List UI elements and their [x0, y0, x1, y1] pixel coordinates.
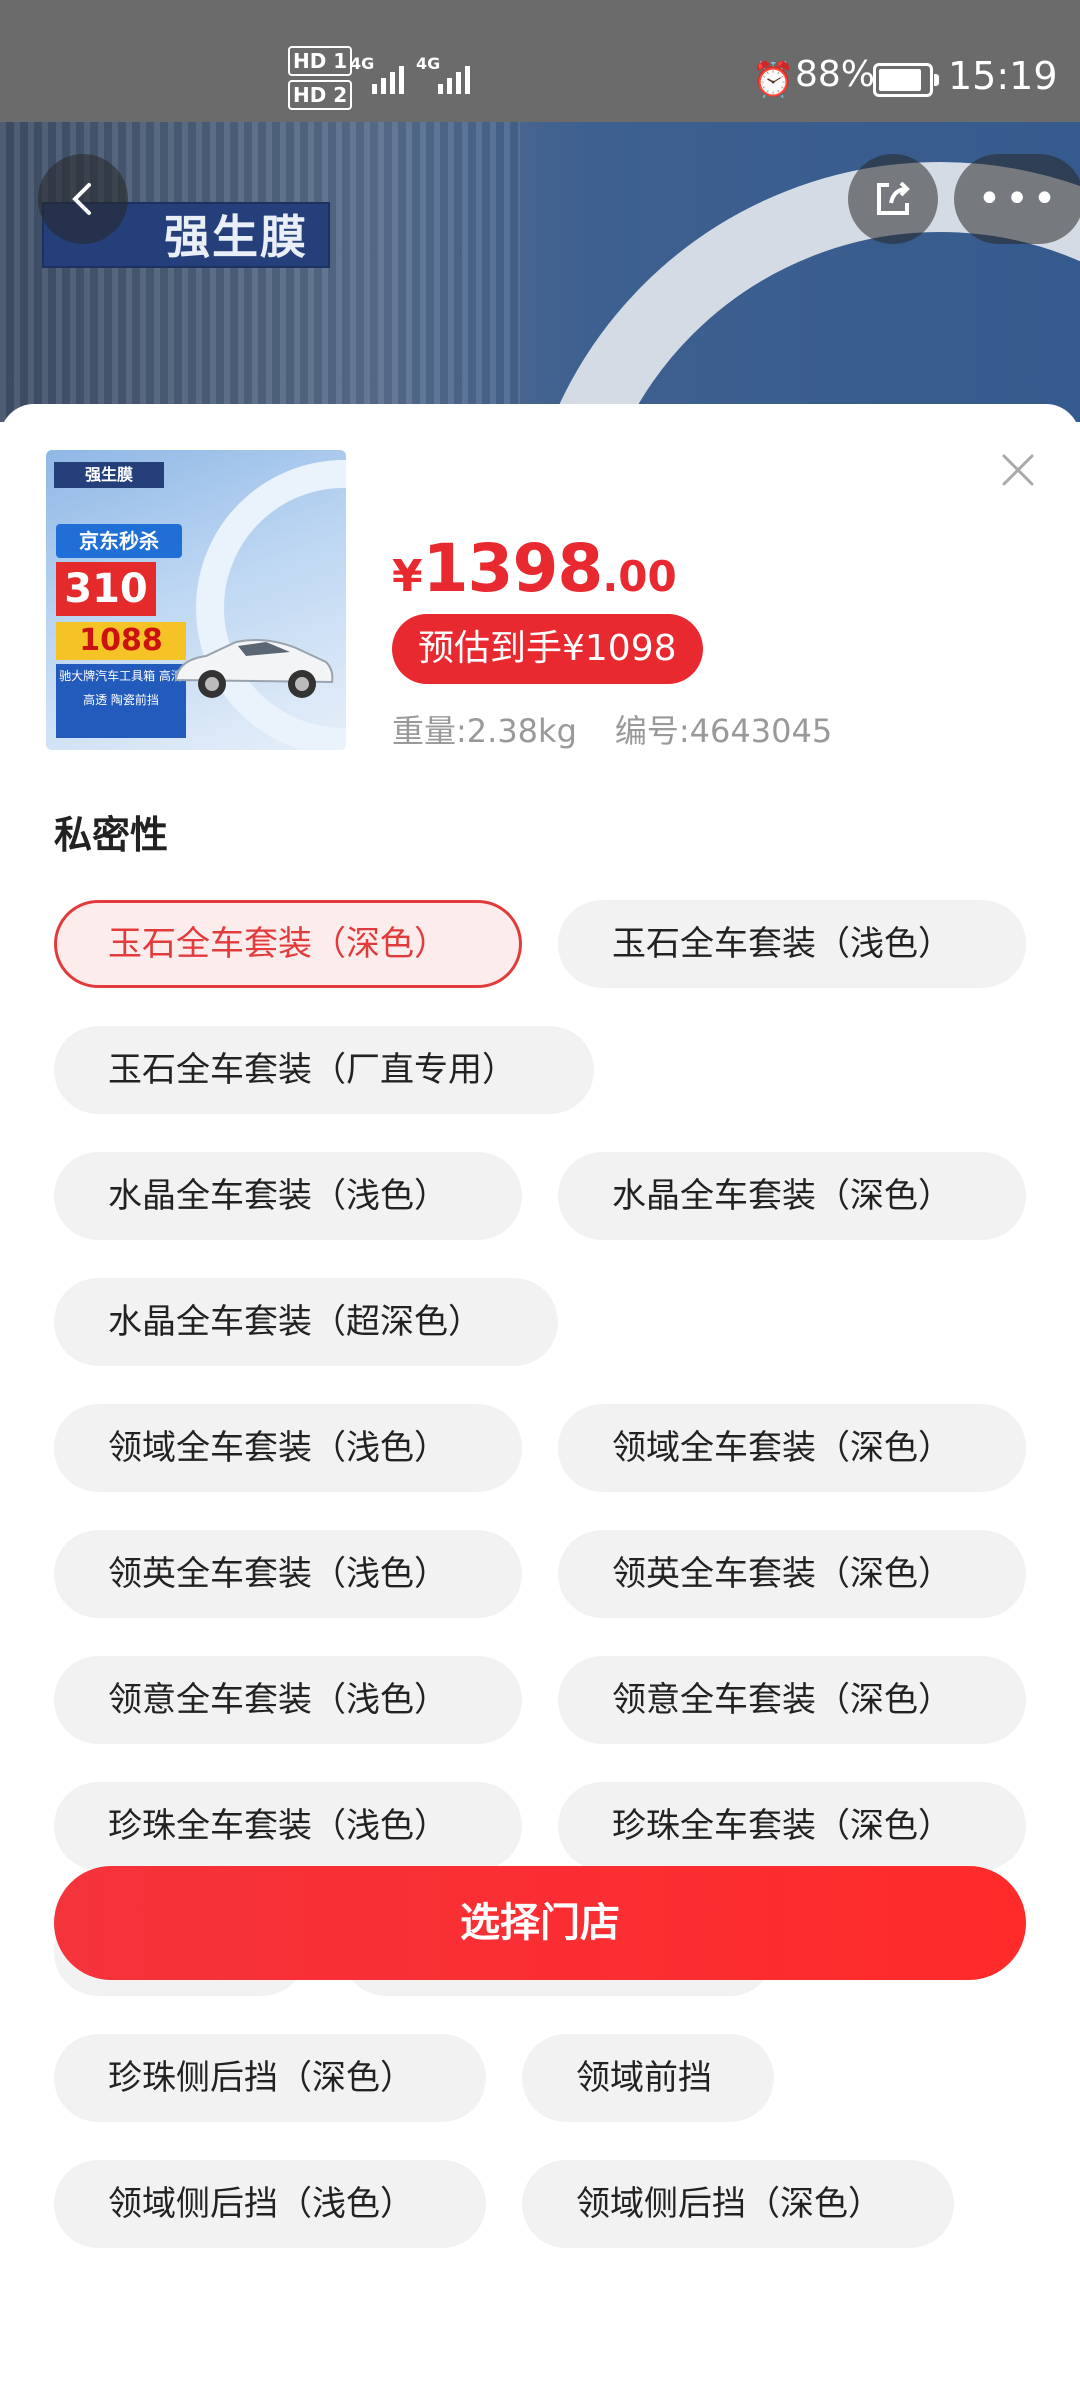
more-icon: ••• [977, 176, 1061, 222]
sku-option-chip[interactable]: 玉石全车套装（厂直专用） [54, 1026, 594, 1114]
product-code: 编号:4643045 [614, 712, 833, 750]
car-image [174, 639, 334, 698]
sku-option-chip[interactable]: 领域全车套装（浅色） [54, 1404, 522, 1492]
battery-percent: 88% [795, 54, 876, 95]
price-integer: 1398 [422, 530, 604, 607]
share-icon [877, 181, 910, 215]
sku-option-chip[interactable]: 领意全车套装（深色） [558, 1656, 1026, 1744]
signal-icon: 4G [350, 54, 420, 94]
more-button[interactable]: ••• [954, 154, 1080, 244]
signal-icon: 4G [416, 54, 486, 94]
sku-option-chip[interactable]: 领域侧后挡（浅色） [54, 2160, 486, 2248]
section-title: 私密性 [54, 813, 169, 857]
estimated-price-badge: 预估到手¥1098 [392, 614, 703, 684]
thumb-brand: 强生膜 [54, 462, 164, 488]
sku-option-chip[interactable]: 玉石全车套装（浅色） [558, 900, 1026, 988]
sku-option-chip[interactable]: 珍珠侧后挡（深色） [54, 2034, 486, 2122]
hd2-badge: HD 2 [288, 80, 353, 110]
sku-option-chip[interactable]: 珍珠全车套装（浅色） [54, 1782, 522, 1870]
share-button[interactable] [848, 154, 938, 244]
select-store-button[interactable]: 选择门店 [54, 1866, 1026, 1980]
sku-option-chip[interactable]: 水晶全车套装（深色） [558, 1152, 1026, 1240]
hd-indicator: HD 1 HD 2 [288, 46, 353, 114]
product-meta: 重量:2.38kg 编号:4643045 [392, 706, 870, 752]
price-currency: ¥ [392, 551, 423, 602]
chevron-left-icon [72, 183, 91, 215]
hd1-badge: HD 1 [288, 46, 353, 76]
network-type-label: 4G [350, 54, 375, 73]
sku-option-chip[interactable]: 领域前挡 [522, 2034, 774, 2122]
thumb-jd-badge: 京东秒杀 [56, 524, 182, 558]
network-type-label: 4G [416, 54, 441, 73]
price-decimal: .00 [602, 552, 677, 601]
sku-option-chip[interactable]: 领英全车套装（深色） [558, 1530, 1026, 1618]
product-thumbnail[interactable]: 强生膜 京东秒杀 310 1088 驰大牌汽车工具箱 高清高透 陶瓷前挡 [46, 450, 346, 750]
alarm-icon: ⏰ [752, 60, 795, 100]
sku-option-chip[interactable]: 领域侧后挡（深色） [522, 2160, 954, 2248]
product-weight: 重量:2.38kg [392, 712, 577, 750]
battery-icon [873, 63, 939, 97]
sku-option-chip[interactable]: 领英全车套装（浅色） [54, 1530, 522, 1618]
sku-option-chip[interactable]: 珍珠全车套装（深色） [558, 1782, 1026, 1870]
sku-selection-sheet: 强生膜 京东秒杀 310 1088 驰大牌汽车工具箱 高清高透 陶瓷前挡 ¥13… [0, 404, 1080, 2400]
clock: 15:19 [948, 54, 1058, 98]
sku-option-chip[interactable]: 领域全车套装（深色） [558, 1404, 1026, 1492]
close-icon[interactable] [996, 448, 1040, 492]
sku-option-chip[interactable]: 玉石全车套装（深色） [54, 900, 522, 988]
back-button[interactable] [38, 154, 128, 244]
thumb-promo-number: 310 [56, 562, 156, 616]
sku-option-chip[interactable]: 领意全车套装（浅色） [54, 1656, 522, 1744]
product-price: ¥1398.00 [392, 530, 677, 607]
sku-option-chip[interactable]: 水晶全车套装（浅色） [54, 1152, 522, 1240]
status-bar: HD 1 HD 2 4G 4G ⏰ 88% 15:19 [0, 0, 1080, 122]
sku-option-chip[interactable]: 水晶全车套装（超深色） [54, 1278, 558, 1366]
